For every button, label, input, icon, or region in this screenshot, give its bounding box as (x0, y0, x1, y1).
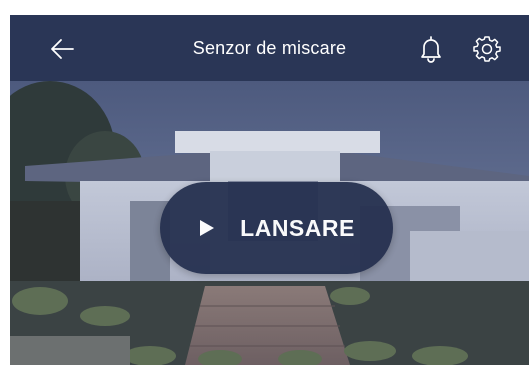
play-icon (200, 220, 215, 236)
settings-button[interactable] (471, 33, 503, 65)
notifications-button[interactable] (415, 33, 447, 65)
bell-icon (421, 36, 441, 63)
gear-icon (473, 36, 501, 62)
launch-button[interactable]: LANSARE (160, 182, 393, 274)
page-title: Senzor de miscare (192, 38, 347, 58)
camera-screen: Senzor de miscare LANSARE (10, 15, 529, 365)
launch-button-label: LANSARE (240, 214, 355, 241)
top-app-bar: Senzor de miscare (10, 15, 529, 81)
